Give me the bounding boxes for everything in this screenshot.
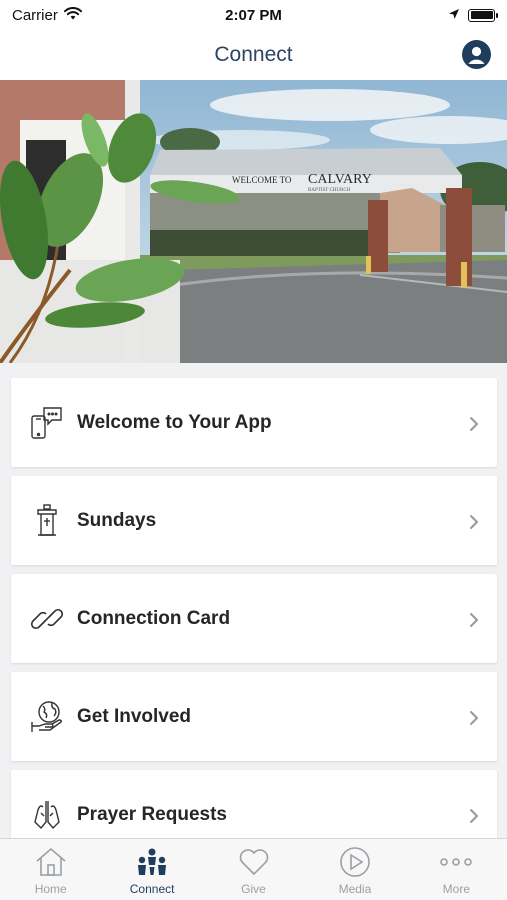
tab-label: Media <box>338 882 372 896</box>
menu-item-label: Sundays <box>77 509 157 531</box>
tab-label: More <box>442 882 470 896</box>
link-icon <box>29 601 65 637</box>
location-arrow-icon <box>448 7 460 24</box>
tab-bar: Home Connect Give Media More <box>0 838 507 900</box>
status-time: 2:07 PM <box>225 6 282 24</box>
sign-name: CALVARY <box>308 172 372 187</box>
wifi-icon <box>63 6 82 24</box>
people-icon <box>136 846 168 878</box>
tab-label: Give <box>241 882 266 896</box>
tab-connect[interactable]: Connect <box>101 839 202 900</box>
screen: Carrier 2:07 PM Connect WELCOME TO CALVA… <box>0 0 507 900</box>
profile-icon <box>463 41 490 68</box>
menu-item-connection-card[interactable]: Connection Card <box>11 574 497 663</box>
nav-bar: Connect <box>0 30 507 80</box>
menu-item-label: Get Involved <box>77 705 192 727</box>
chevron-right-icon <box>470 515 478 529</box>
chevron-right-icon <box>470 711 478 725</box>
hero-image: WELCOME TO CALVARY BAPTIST CHURCH <box>0 80 507 363</box>
menu-item-welcome[interactable]: Welcome to Your App <box>11 378 497 467</box>
tab-label: Connect <box>129 882 175 896</box>
menu-item-label: Connection Card <box>77 607 231 629</box>
status-bar: Carrier 2:07 PM <box>0 0 507 30</box>
chevron-right-icon <box>470 809 478 823</box>
tab-home[interactable]: Home <box>0 839 101 900</box>
praying-hands-icon <box>29 797 65 833</box>
profile-button[interactable] <box>462 40 491 69</box>
tab-media[interactable]: Media <box>304 839 405 900</box>
page-title: Connect <box>214 43 293 66</box>
pulpit-icon <box>29 503 65 539</box>
sign-prefix: WELCOME TO <box>232 175 292 185</box>
menu-list: Welcome to Your App Sundays Connection C… <box>11 378 497 868</box>
status-right <box>345 7 498 24</box>
menu-item-label: Welcome to Your App <box>77 411 272 433</box>
battery-icon <box>468 8 498 22</box>
phone-chat-icon <box>29 405 65 441</box>
heart-icon <box>238 846 270 878</box>
tab-more[interactable]: More <box>406 839 507 900</box>
chevron-right-icon <box>470 613 478 627</box>
status-left: Carrier <box>12 7 162 24</box>
home-icon <box>35 846 67 878</box>
menu-item-label: Prayer Requests <box>77 803 227 825</box>
tab-label: Home <box>34 882 67 896</box>
globe-hand-icon <box>29 699 65 735</box>
menu-item-sundays[interactable]: Sundays <box>11 476 497 565</box>
carrier-label: Carrier <box>12 6 58 24</box>
chevron-right-icon <box>470 417 478 431</box>
tab-give[interactable]: Give <box>203 839 304 900</box>
play-icon <box>339 846 371 878</box>
sign-sub: BAPTIST CHURCH <box>308 188 351 193</box>
menu-item-get-involved[interactable]: Get Involved <box>11 672 497 761</box>
more-dots-icon <box>440 846 473 878</box>
